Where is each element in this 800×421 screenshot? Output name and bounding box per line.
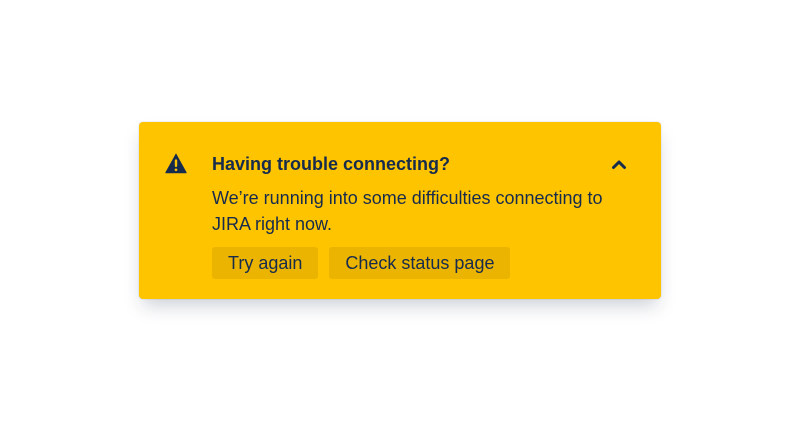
- warning-flag: Having trouble connecting? We’re running…: [139, 122, 661, 299]
- try-again-button[interactable]: Try again: [212, 247, 319, 279]
- collapse-button[interactable]: [606, 151, 632, 177]
- check-status-page-button[interactable]: Check status page: [329, 247, 511, 279]
- chevron-up-icon: [612, 160, 626, 169]
- flag-actions: Try again Check status page: [212, 247, 511, 279]
- warning-icon: [164, 151, 188, 175]
- flag-description: We’re running into some difficulties con…: [212, 188, 603, 234]
- flag-title: Having trouble connecting?: [212, 154, 451, 174]
